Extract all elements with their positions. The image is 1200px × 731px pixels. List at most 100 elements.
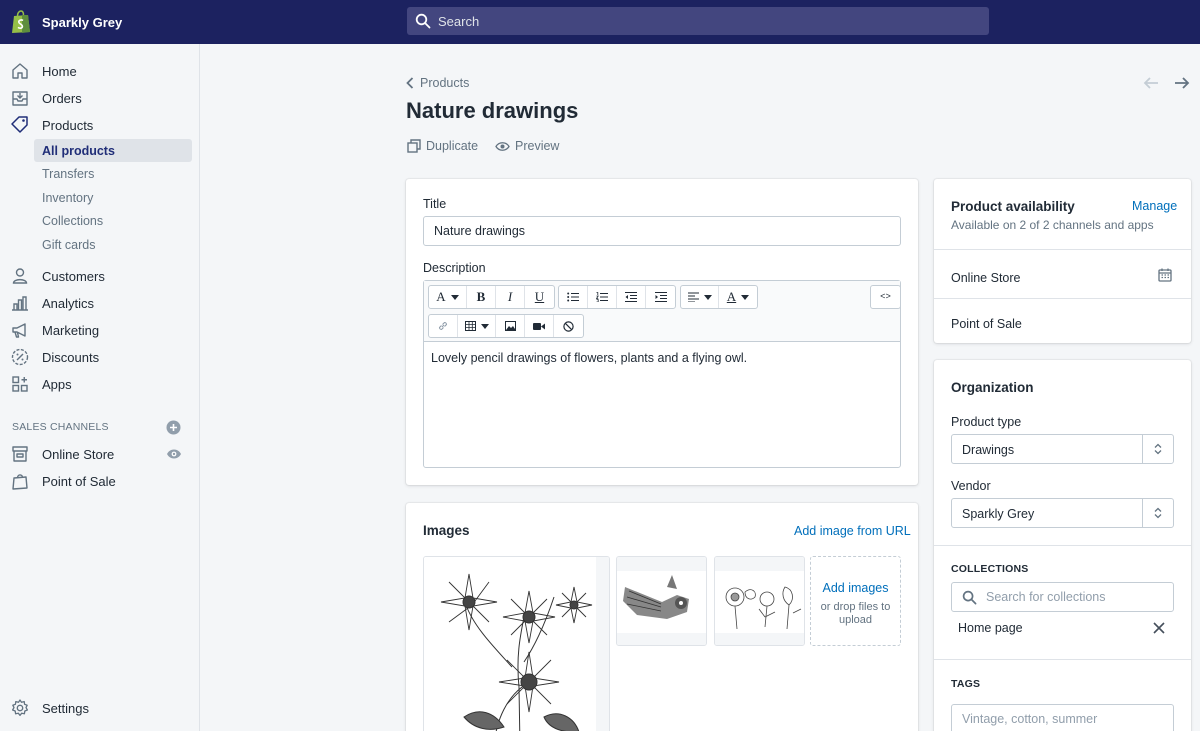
- sidebar-item-orders[interactable]: Orders: [0, 86, 199, 110]
- sidebar-item-marketing[interactable]: Marketing: [0, 318, 199, 342]
- top-bar: Sparkly Grey Search: [0, 0, 1200, 44]
- sidebar-item-discounts[interactable]: Discounts: [0, 345, 199, 369]
- divider: [934, 659, 1191, 660]
- outdent-button[interactable]: [617, 286, 646, 308]
- next-product-arrow-icon[interactable]: [1174, 75, 1190, 91]
- add-images-button[interactable]: Add images: [811, 581, 900, 595]
- product-type-select[interactable]: Drawings: [951, 434, 1174, 464]
- image-thumbnail-plants[interactable]: [714, 556, 805, 646]
- title-input[interactable]: Nature drawings: [423, 216, 901, 246]
- tags-input[interactable]: Vintage, cotton, summer: [951, 704, 1174, 731]
- search-icon: [415, 13, 431, 29]
- align-left-icon: [687, 292, 699, 302]
- insert-toolbar-group: [428, 314, 584, 338]
- italic-button[interactable]: I: [496, 286, 525, 308]
- insert-image-button[interactable]: [496, 315, 525, 337]
- add-sales-channel-icon[interactable]: [166, 420, 181, 435]
- preview-button[interactable]: Preview: [495, 139, 559, 153]
- remove-collection-close-icon[interactable]: [1153, 622, 1165, 634]
- bold-button[interactable]: B: [467, 286, 496, 308]
- preview-label: Preview: [515, 139, 560, 153]
- sidebar-subitem-inventory[interactable]: Inventory: [34, 186, 192, 209]
- sidebar-item-settings[interactable]: Settings: [0, 696, 199, 720]
- add-image-from-url-link[interactable]: Add image from URL: [794, 524, 911, 538]
- flower-drawing-image: [424, 557, 609, 731]
- product-type-value: Drawings: [962, 443, 1015, 457]
- numbered-list-button[interactable]: [588, 286, 617, 308]
- vendor-label: Vendor: [951, 479, 991, 493]
- breadcrumb[interactable]: Products: [406, 76, 469, 90]
- description-text[interactable]: Lovely pencil drawings of flowers, plant…: [431, 351, 747, 365]
- drop-files-hint: or drop files to upload: [820, 601, 891, 626]
- sidebar-item-label: Marketing: [42, 322, 100, 338]
- list-toolbar-group: [558, 285, 676, 309]
- view-store-eye-icon[interactable]: [166, 448, 182, 460]
- sidebar-item-label: Customers: [42, 268, 105, 284]
- sidebar-item-label: Settings: [42, 700, 89, 716]
- link-icon: [438, 321, 448, 331]
- indent-icon: [654, 292, 667, 302]
- show-html-button[interactable]: <>: [871, 286, 900, 308]
- sidebar: Home Orders Products All products Transf…: [0, 44, 200, 731]
- gear-icon: [11, 699, 29, 717]
- previous-product-arrow-icon[interactable]: [1143, 75, 1159, 91]
- vendor-value: Sparkly Grey: [962, 507, 1035, 521]
- store-name: Sparkly Grey: [42, 14, 123, 30]
- sidebar-subitem-gift-cards[interactable]: Gift cards: [34, 233, 192, 256]
- vendor-select[interactable]: Sparkly Grey: [951, 498, 1174, 528]
- text-color-dropdown[interactable]: A: [719, 286, 757, 308]
- orders-icon: [12, 91, 28, 106]
- bullet-list-button[interactable]: [559, 286, 588, 308]
- sidebar-subitem-transfers[interactable]: Transfers: [34, 162, 192, 185]
- search-bar[interactable]: Search: [407, 7, 989, 35]
- insert-table-dropdown[interactable]: [458, 315, 496, 337]
- image-thumbnail-owl[interactable]: [616, 556, 707, 646]
- collection-home-page: Home page: [958, 621, 1023, 635]
- underline-button[interactable]: U: [525, 286, 554, 308]
- collections-search-placeholder: Search for collections: [986, 590, 1106, 604]
- duplicate-label: Duplicate: [426, 139, 479, 153]
- availability-summary: Available on 2 of 2 channels and apps: [951, 218, 1154, 232]
- sidebar-item-apps[interactable]: Apps: [0, 372, 199, 396]
- title-label: Title: [423, 197, 447, 211]
- images-heading: Images: [423, 523, 470, 538]
- megaphone-icon: [12, 323, 26, 338]
- sidebar-item-label: Discounts: [42, 349, 100, 365]
- divider: [934, 298, 1191, 299]
- sidebar-item-customers[interactable]: Customers: [0, 264, 199, 288]
- select-arrows-icon: [1154, 443, 1162, 455]
- divider: [934, 249, 1191, 250]
- search-icon: [962, 590, 977, 604]
- sidebar-item-label: Apps: [42, 376, 72, 392]
- clear-formatting-button[interactable]: [554, 315, 583, 337]
- page-title: Nature drawings: [406, 98, 579, 123]
- duplicate-button[interactable]: Duplicate: [407, 139, 478, 153]
- sidebar-item-label: Orders: [42, 90, 82, 106]
- sidebar-item-analytics[interactable]: Analytics: [0, 291, 199, 315]
- sidebar-item-label: Online Store: [42, 446, 115, 462]
- sidebar-subitem-all-products[interactable]: All products: [34, 139, 192, 162]
- manage-availability-link[interactable]: Manage: [1132, 199, 1177, 213]
- image-thumbnail-flowers[interactable]: [423, 556, 610, 731]
- store-brand[interactable]: Sparkly Grey: [10, 9, 122, 35]
- sidebar-item-products[interactable]: Products: [0, 113, 199, 137]
- sidebar-item-home[interactable]: Home: [0, 59, 199, 83]
- insert-video-button[interactable]: [525, 315, 554, 337]
- indent-button[interactable]: [646, 286, 675, 308]
- sidebar-subitem-collections[interactable]: Collections: [34, 209, 192, 232]
- align-dropdown[interactable]: [681, 286, 719, 308]
- video-icon: [533, 322, 545, 330]
- person-icon: [12, 268, 28, 284]
- select-arrows-icon: [1154, 507, 1162, 519]
- search-placeholder: Search: [438, 13, 480, 29]
- image-upload-dropzone[interactable]: Add images or drop files to upload: [810, 556, 901, 646]
- calendar-icon[interactable]: [1158, 268, 1172, 282]
- plant-drawing-image: [715, 557, 804, 645]
- font-toolbar-group: A B I U: [428, 285, 555, 309]
- sidebar-item-point-of-sale[interactable]: Point of Sale: [0, 469, 199, 493]
- chevron-left-icon: [406, 77, 414, 89]
- insert-link-button[interactable]: [429, 315, 458, 337]
- font-style-dropdown[interactable]: A: [429, 286, 467, 308]
- sidebar-item-label: Products: [42, 117, 94, 133]
- collections-search-input[interactable]: Search for collections: [951, 582, 1174, 612]
